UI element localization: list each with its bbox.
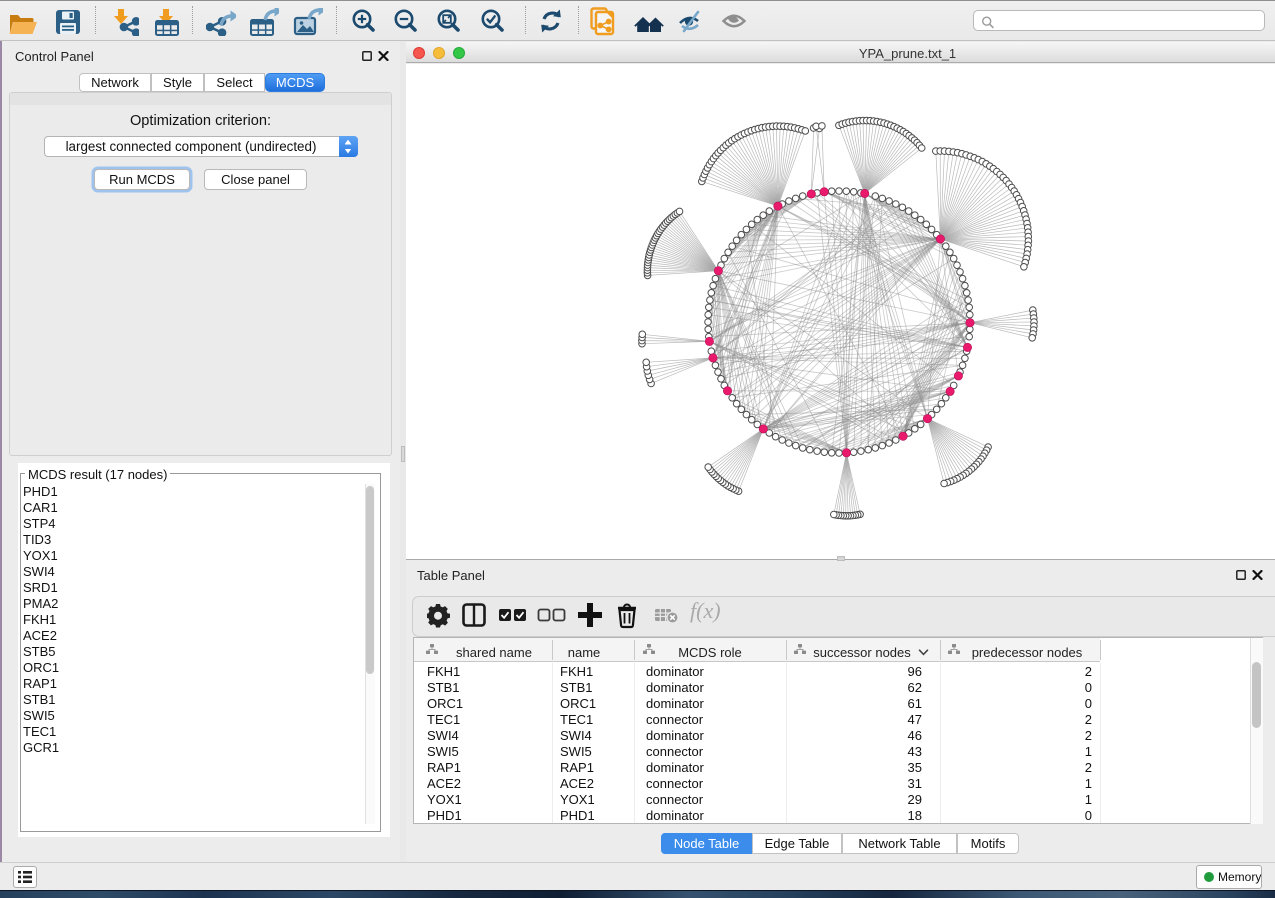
svg-text:f(x): f(x) bbox=[690, 601, 721, 623]
